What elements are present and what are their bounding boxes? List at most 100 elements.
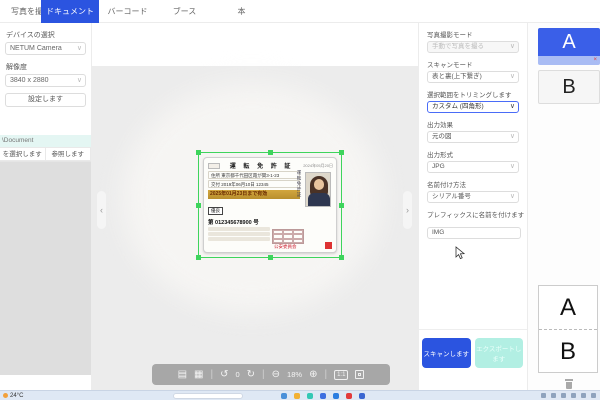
naming-method-select[interactable]: シリアル番号 ∨ [427,191,519,203]
tab-book[interactable]: 本 [213,0,270,23]
device-select[interactable]: NETUM Camera ∨ [5,42,86,55]
actual-size-icon[interactable]: 1:1 [334,370,348,380]
selection-handle-w[interactable] [196,203,201,208]
app-icon-blue3[interactable] [359,393,365,399]
output-format-value: JPG [432,163,445,170]
trash-icon[interactable] [564,379,574,389]
document-folder-panel: \Document を選択します 参照します [0,135,91,387]
camera-preview-canvas[interactable]: 運 転 免 許 証 2024年05月20日 住所 東京都千代田区霞が関3-1-2… [92,23,418,390]
folder-path-header: \Document [0,135,91,147]
taskbar-search-box[interactable] [173,393,243,399]
zoom-level-value: 18% [287,370,302,379]
photo-mode-select[interactable]: 手動で写真を撮る ∨ [427,41,519,53]
camera-capture-icon[interactable]: ▦ [194,370,203,380]
app-icon-red[interactable] [346,393,352,399]
chevron-down-icon: ∨ [77,43,82,54]
selection-handle-s[interactable] [268,255,273,260]
prefix-name-input[interactable] [427,227,521,239]
selection-handle-sw[interactable] [196,255,201,260]
page-thumbnails-panel: A × B A B [528,23,600,390]
tab-document[interactable]: ドキュメント [41,0,99,23]
preview-side-b: B [539,330,597,374]
zoom-in-icon[interactable]: ⊕ [309,370,317,380]
taskbar-weather-widget[interactable]: 24°C [3,393,23,399]
output-effect-value: 元の図 [432,133,452,140]
weather-temp: 24°C [10,393,23,399]
tab-booth[interactable]: ブース [156,0,213,23]
selection-handle-se[interactable] [339,255,344,260]
toolbar-divider: | [324,369,327,380]
tab-barcode[interactable]: バーコード [99,0,156,23]
chevron-down-icon: ∨ [510,162,515,172]
output-format-label: 出力形式 [427,149,527,159]
app-icon-teal[interactable] [307,393,313,399]
mouse-cursor [455,246,465,260]
file-list-area[interactable] [0,162,91,375]
toolbar-divider: | [262,369,265,380]
app-icon-blue2[interactable] [333,393,339,399]
taskbar-system-tray[interactable] [541,393,596,398]
crop-range-value: カスタム (四角形) [432,103,484,110]
thumbnail-page-a[interactable]: A [538,28,600,56]
prefix-name-label: プレフィックスに名前を付けます [427,209,527,219]
thumbnail-a-footer: × [538,56,600,65]
crop-selection-rect[interactable] [198,152,342,258]
toolbar-divider: | [210,369,213,380]
crop-range-select[interactable]: カスタム (四角形) ∨ [427,101,519,113]
top-tab-bar: 写真を撮る ドキュメント バーコード ブース 本 [0,0,600,23]
rotate-ccw-icon[interactable]: ↺ [220,370,228,380]
resolution-select-value: 3840 x 2880 [10,77,49,84]
export-button[interactable]: エクスポートします [475,338,524,368]
chevron-down-icon: ∨ [510,192,515,202]
scan-mode-select[interactable]: 表と裏(上下繋ぎ) ∨ [427,71,519,83]
preview-side-a: A [539,286,597,330]
output-effect-select[interactable]: 元の図 ∨ [427,131,519,143]
flag-document-icon[interactable]: ▤ [178,370,187,380]
selection-handle-ne[interactable] [339,150,344,155]
device-select-label: デバイスの選択 [6,30,91,40]
combined-ab-preview[interactable]: A B [538,285,598,373]
selection-handle-nw[interactable] [196,150,201,155]
app-icon-folder[interactable] [294,393,300,399]
scan-mode-value: 表と裏(上下繋ぎ) [432,73,482,80]
zoom-out-icon[interactable]: ⊖ [272,370,280,380]
app-icon-browser[interactable] [281,393,287,399]
app-icon-blue1[interactable] [320,393,326,399]
chevron-down-icon: ∨ [510,102,515,112]
folder-tabs: を選択します 参照します [0,147,91,162]
next-page-arrow[interactable]: › [403,191,412,229]
chevron-down-icon: ∨ [510,72,515,82]
chevron-down-icon: ∨ [510,42,515,52]
canvas-toolbar: ▤ ▦ | ↺ 0 ↻ | ⊖ 18% ⊕ | 1:1 [152,364,390,385]
crop-range-label: 選択範囲をトリミングします [427,89,527,99]
naming-method-label: 名前付け方法 [427,179,527,189]
device-sidebar: デバイスの選択 NETUM Camera ∨ 解像度 3840 x 2880 ∨… [0,23,92,390]
weather-icon [3,393,8,398]
scan-mode-label: スキャンモード [427,59,527,69]
naming-method-value: シリアル番号 [432,193,471,200]
photo-mode-label: 写真撮影モード [427,29,527,39]
action-footer: スキャンします エクスポートします [419,329,527,377]
canvas-top-strip [92,23,418,66]
fit-to-screen-icon[interactable] [355,370,364,379]
selection-handle-n[interactable] [268,150,273,155]
selection-handle-e[interactable] [339,203,344,208]
rotate-angle-value: 0 [235,370,239,379]
resolution-select[interactable]: 3840 x 2880 ∨ [5,74,86,87]
apply-settings-button[interactable]: 設定します [5,93,86,107]
folder-tab-select[interactable]: を選択します [0,147,46,161]
thumbnail-page-b[interactable]: B [538,70,600,104]
resolution-label: 解像度 [6,62,91,72]
photo-mode-value: 手動で写真を撮る [432,43,484,50]
scan-settings-panel: 写真撮影モード 手動で写真を撮る ∨ スキャンモード 表と裏(上下繋ぎ) ∨ 選… [418,23,528,390]
scan-button[interactable]: スキャンします [422,338,471,368]
previous-page-arrow[interactable]: ‹ [97,191,106,229]
taskbar-app-icons [281,393,365,399]
rotate-cw-icon[interactable]: ↻ [247,370,255,380]
folder-tab-browse[interactable]: 参照します [46,147,92,161]
device-select-value: NETUM Camera [10,45,62,52]
chevron-down-icon: ∨ [77,75,82,86]
output-format-select[interactable]: JPG ∨ [427,161,519,173]
remove-page-icon[interactable]: × [593,57,597,63]
windows-taskbar: 24°C [0,390,600,400]
